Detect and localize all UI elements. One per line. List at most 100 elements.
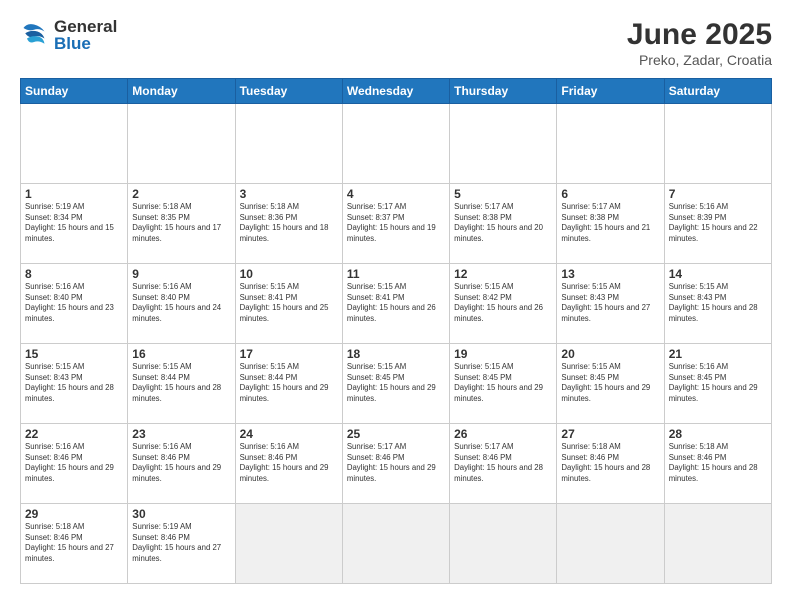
week-row-4: 22 Sunrise: 5:16 AM Sunset: 8:46 PM Dayl… [21, 424, 772, 504]
day-number: 7 [669, 187, 767, 201]
day-number: 19 [454, 347, 552, 361]
day-cell-2: 2 Sunrise: 5:18 AM Sunset: 8:35 PM Dayli… [128, 184, 235, 264]
day-number: 4 [347, 187, 445, 201]
title-block: June 2025 Preko, Zadar, Croatia [627, 18, 772, 68]
day-cell-empty-0-2 [235, 104, 342, 184]
day-info: Sunrise: 5:19 AM Sunset: 8:46 PM Dayligh… [132, 522, 230, 564]
day-info: Sunrise: 5:15 AM Sunset: 8:41 PM Dayligh… [240, 282, 338, 324]
day-number: 21 [669, 347, 767, 361]
week-row-0 [21, 104, 772, 184]
day-cell-empty-5-3 [342, 504, 449, 584]
day-number: 23 [132, 427, 230, 441]
day-cell-26: 26 Sunrise: 5:17 AM Sunset: 8:46 PM Dayl… [450, 424, 557, 504]
day-info: Sunrise: 5:15 AM Sunset: 8:45 PM Dayligh… [347, 362, 445, 404]
day-cell-empty-5-4 [450, 504, 557, 584]
day-cell-empty-0-3 [342, 104, 449, 184]
day-number: 29 [25, 507, 123, 521]
day-cell-9: 9 Sunrise: 5:16 AM Sunset: 8:40 PM Dayli… [128, 264, 235, 344]
day-cell-12: 12 Sunrise: 5:15 AM Sunset: 8:42 PM Dayl… [450, 264, 557, 344]
header-saturday: Saturday [664, 79, 771, 104]
day-info: Sunrise: 5:17 AM Sunset: 8:46 PM Dayligh… [347, 442, 445, 484]
day-info: Sunrise: 5:16 AM Sunset: 8:40 PM Dayligh… [25, 282, 123, 324]
day-info: Sunrise: 5:18 AM Sunset: 8:46 PM Dayligh… [561, 442, 659, 484]
day-number: 30 [132, 507, 230, 521]
header-friday: Friday [557, 79, 664, 104]
day-number: 28 [669, 427, 767, 441]
day-cell-3: 3 Sunrise: 5:18 AM Sunset: 8:36 PM Dayli… [235, 184, 342, 264]
day-info: Sunrise: 5:18 AM Sunset: 8:46 PM Dayligh… [669, 442, 767, 484]
day-number: 6 [561, 187, 659, 201]
day-cell-14: 14 Sunrise: 5:15 AM Sunset: 8:43 PM Dayl… [664, 264, 771, 344]
day-info: Sunrise: 5:15 AM Sunset: 8:43 PM Dayligh… [561, 282, 659, 324]
logo-general: General [54, 18, 117, 35]
day-cell-19: 19 Sunrise: 5:15 AM Sunset: 8:45 PM Dayl… [450, 344, 557, 424]
day-number: 5 [454, 187, 552, 201]
day-cell-4: 4 Sunrise: 5:17 AM Sunset: 8:37 PM Dayli… [342, 184, 449, 264]
day-number: 3 [240, 187, 338, 201]
day-cell-25: 25 Sunrise: 5:17 AM Sunset: 8:46 PM Dayl… [342, 424, 449, 504]
header-wednesday: Wednesday [342, 79, 449, 104]
day-number: 8 [25, 267, 123, 281]
week-row-1: 1 Sunrise: 5:19 AM Sunset: 8:34 PM Dayli… [21, 184, 772, 264]
calendar-table: Sunday Monday Tuesday Wednesday Thursday… [20, 78, 772, 584]
day-number: 9 [132, 267, 230, 281]
day-number: 26 [454, 427, 552, 441]
day-number: 11 [347, 267, 445, 281]
day-cell-13: 13 Sunrise: 5:15 AM Sunset: 8:43 PM Dayl… [557, 264, 664, 344]
day-number: 15 [25, 347, 123, 361]
day-cell-10: 10 Sunrise: 5:15 AM Sunset: 8:41 PM Dayl… [235, 264, 342, 344]
week-row-5: 29 Sunrise: 5:18 AM Sunset: 8:46 PM Dayl… [21, 504, 772, 584]
day-info: Sunrise: 5:15 AM Sunset: 8:43 PM Dayligh… [669, 282, 767, 324]
day-cell-28: 28 Sunrise: 5:18 AM Sunset: 8:46 PM Dayl… [664, 424, 771, 504]
day-cell-empty-0-6 [664, 104, 771, 184]
header-sunday: Sunday [21, 79, 128, 104]
day-cell-22: 22 Sunrise: 5:16 AM Sunset: 8:46 PM Dayl… [21, 424, 128, 504]
day-info: Sunrise: 5:16 AM Sunset: 8:46 PM Dayligh… [132, 442, 230, 484]
day-cell-empty-0-4 [450, 104, 557, 184]
day-cell-empty-5-5 [557, 504, 664, 584]
day-info: Sunrise: 5:16 AM Sunset: 8:46 PM Dayligh… [240, 442, 338, 484]
day-cell-18: 18 Sunrise: 5:15 AM Sunset: 8:45 PM Dayl… [342, 344, 449, 424]
day-cell-empty-5-6 [664, 504, 771, 584]
day-info: Sunrise: 5:18 AM Sunset: 8:35 PM Dayligh… [132, 202, 230, 244]
day-cell-empty-0-1 [128, 104, 235, 184]
day-number: 25 [347, 427, 445, 441]
day-cell-empty-5-2 [235, 504, 342, 584]
logo-blue: Blue [54, 35, 117, 52]
day-number: 27 [561, 427, 659, 441]
logo-text: General Blue [54, 18, 117, 52]
day-number: 1 [25, 187, 123, 201]
day-number: 14 [669, 267, 767, 281]
day-info: Sunrise: 5:15 AM Sunset: 8:41 PM Dayligh… [347, 282, 445, 324]
header-tuesday: Tuesday [235, 79, 342, 104]
day-cell-23: 23 Sunrise: 5:16 AM Sunset: 8:46 PM Dayl… [128, 424, 235, 504]
day-info: Sunrise: 5:15 AM Sunset: 8:42 PM Dayligh… [454, 282, 552, 324]
day-info: Sunrise: 5:17 AM Sunset: 8:46 PM Dayligh… [454, 442, 552, 484]
day-cell-empty-0-5 [557, 104, 664, 184]
day-info: Sunrise: 5:17 AM Sunset: 8:38 PM Dayligh… [454, 202, 552, 244]
day-info: Sunrise: 5:16 AM Sunset: 8:39 PM Dayligh… [669, 202, 767, 244]
day-info: Sunrise: 5:17 AM Sunset: 8:38 PM Dayligh… [561, 202, 659, 244]
logo-icon [20, 21, 48, 49]
day-cell-11: 11 Sunrise: 5:15 AM Sunset: 8:41 PM Dayl… [342, 264, 449, 344]
day-info: Sunrise: 5:16 AM Sunset: 8:45 PM Dayligh… [669, 362, 767, 404]
week-row-3: 15 Sunrise: 5:15 AM Sunset: 8:43 PM Dayl… [21, 344, 772, 424]
day-cell-7: 7 Sunrise: 5:16 AM Sunset: 8:39 PM Dayli… [664, 184, 771, 264]
day-number: 24 [240, 427, 338, 441]
day-info: Sunrise: 5:19 AM Sunset: 8:34 PM Dayligh… [25, 202, 123, 244]
day-cell-8: 8 Sunrise: 5:16 AM Sunset: 8:40 PM Dayli… [21, 264, 128, 344]
day-cell-29: 29 Sunrise: 5:18 AM Sunset: 8:46 PM Dayl… [21, 504, 128, 584]
day-number: 18 [347, 347, 445, 361]
day-info: Sunrise: 5:16 AM Sunset: 8:40 PM Dayligh… [132, 282, 230, 324]
day-info: Sunrise: 5:17 AM Sunset: 8:37 PM Dayligh… [347, 202, 445, 244]
day-cell-27: 27 Sunrise: 5:18 AM Sunset: 8:46 PM Dayl… [557, 424, 664, 504]
day-cell-30: 30 Sunrise: 5:19 AM Sunset: 8:46 PM Dayl… [128, 504, 235, 584]
day-number: 20 [561, 347, 659, 361]
day-info: Sunrise: 5:18 AM Sunset: 8:36 PM Dayligh… [240, 202, 338, 244]
day-number: 10 [240, 267, 338, 281]
weekday-header-row: Sunday Monday Tuesday Wednesday Thursday… [21, 79, 772, 104]
day-info: Sunrise: 5:15 AM Sunset: 8:44 PM Dayligh… [132, 362, 230, 404]
day-cell-16: 16 Sunrise: 5:15 AM Sunset: 8:44 PM Dayl… [128, 344, 235, 424]
calendar-title: June 2025 [627, 18, 772, 52]
calendar-subtitle: Preko, Zadar, Croatia [627, 52, 772, 68]
